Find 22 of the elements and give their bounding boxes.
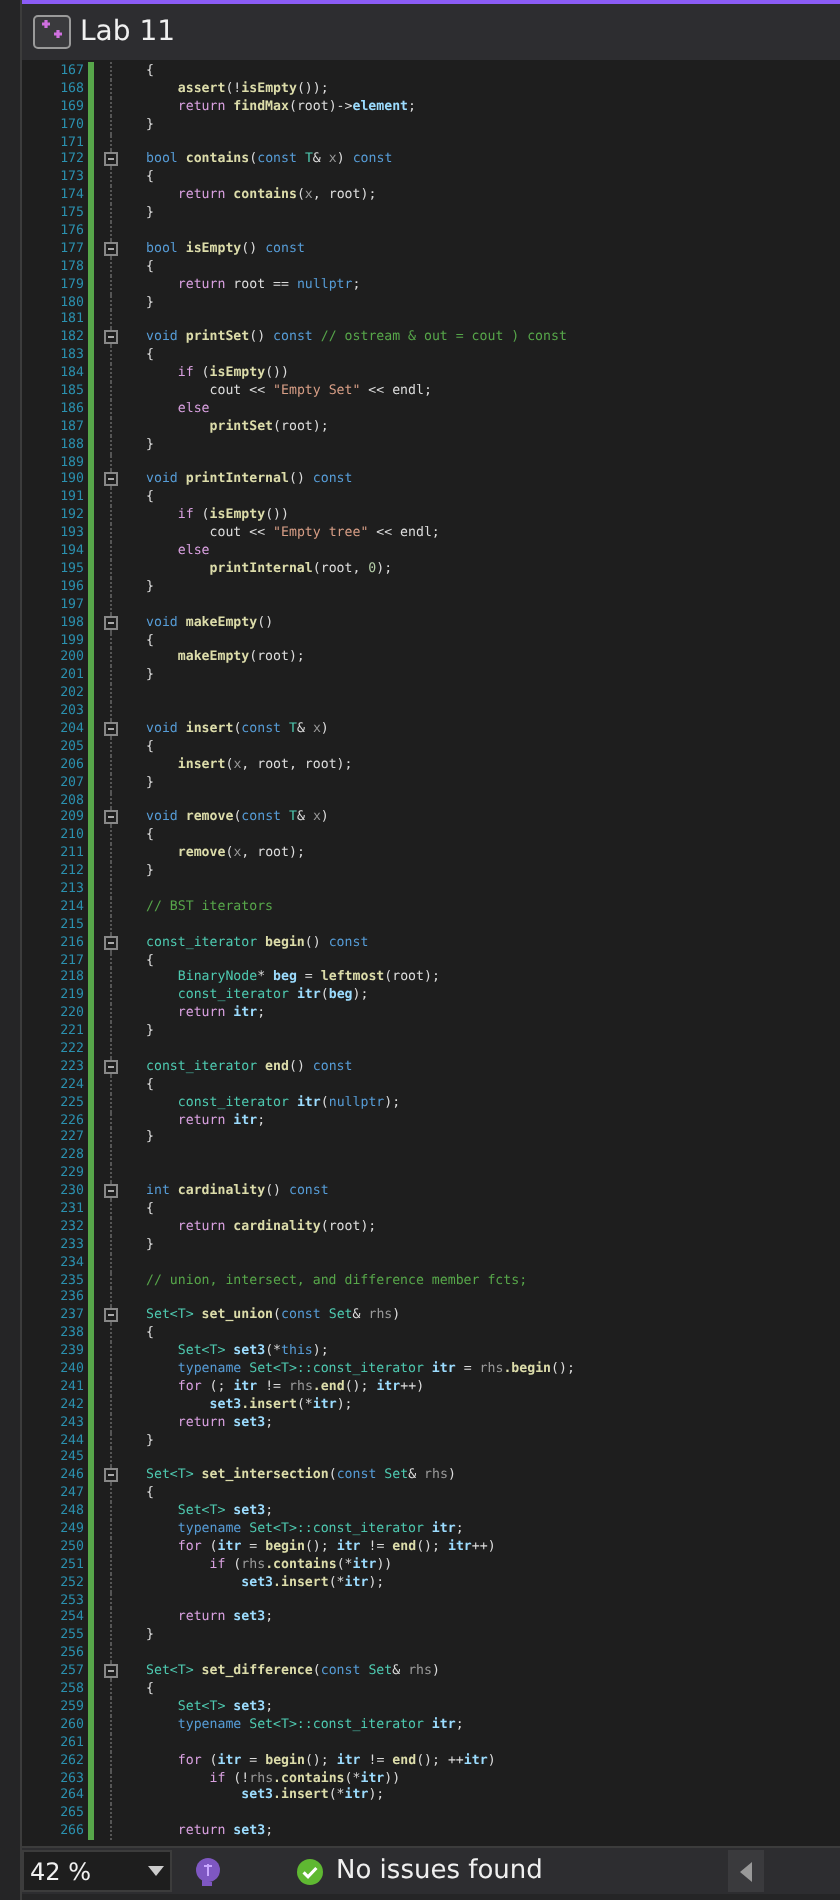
collapse-icon[interactable]: [104, 241, 118, 256]
collapse-icon[interactable]: [104, 1184, 118, 1199]
collapse-icon[interactable]: [104, 1308, 118, 1323]
collapse-icon[interactable]: [104, 615, 118, 630]
collapse-icon[interactable]: [104, 152, 118, 167]
window-title: Lab 11: [80, 16, 176, 48]
zoom-dropdown[interactable]: 42 %: [22, 1850, 172, 1892]
caret-icon: [148, 1866, 164, 1876]
collapse-icon[interactable]: [104, 1059, 118, 1074]
collapse-icon[interactable]: [104, 810, 118, 825]
left-arrow-icon: [740, 1861, 752, 1881]
collapse-icon[interactable]: [104, 1468, 118, 1483]
collapse-icon[interactable]: [104, 1664, 118, 1679]
app-icon: [32, 14, 72, 50]
collapse-icon[interactable]: [104, 721, 118, 736]
collapse-icon[interactable]: [104, 472, 118, 487]
collapse-icon[interactable]: [104, 935, 118, 950]
collapse-icon[interactable]: [104, 330, 118, 345]
scroll-left-button[interactable]: [728, 1850, 764, 1892]
check-icon: [296, 1857, 324, 1885]
issues-status: No issues found: [336, 1856, 543, 1886]
head-icon[interactable]: [192, 1855, 224, 1887]
